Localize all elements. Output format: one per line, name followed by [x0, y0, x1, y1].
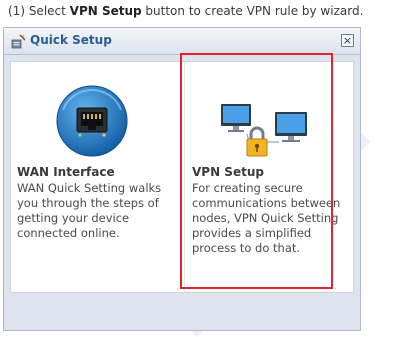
instruction-suffix: button to create VPN rule by wizard. — [141, 4, 364, 18]
wan-interface-title: WAN Interface — [17, 165, 115, 179]
close-icon: × — [342, 34, 353, 47]
vpn-setup-highlight-box — [180, 53, 333, 289]
wan-interface-description: WAN Quick Setting walks you through the … — [17, 181, 162, 240]
close-button[interactable]: × — [341, 34, 354, 47]
ethernet-port-icon — [56, 85, 128, 157]
instruction-text: (1) Select VPN Setup button to create VP… — [8, 4, 363, 18]
instruction-prefix: (1) Select — [8, 4, 70, 18]
dialog-title: Quick Setup — [30, 33, 112, 47]
instruction-bold: VPN Setup — [69, 4, 142, 18]
wan-interface-option[interactable]: WAN Interface WAN Quick Setting walks yo… — [11, 62, 184, 292]
wizard-icon — [11, 34, 26, 49]
dialog-titlebar: Quick Setup × — [4, 28, 360, 55]
